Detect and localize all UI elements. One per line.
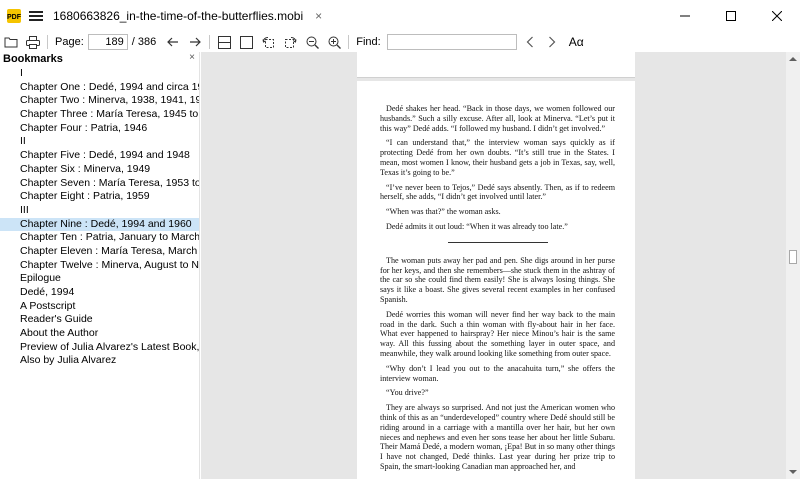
- tab-close-icon[interactable]: ×: [315, 9, 322, 23]
- bookmarks-title: Bookmarks: [3, 53, 63, 65]
- page-label: Page:: [55, 36, 84, 48]
- bookmark-item[interactable]: Chapter Seven : María Teresa, 1953 to 19…: [0, 177, 199, 191]
- bookmark-item[interactable]: Epilogue: [0, 272, 199, 286]
- close-icon: [772, 11, 782, 21]
- bookmark-item[interactable]: Chapter Five : Dedé, 1994 and 1948: [0, 149, 199, 163]
- bookmark-item[interactable]: Chapter Twelve : Minerva, August to Nove…: [0, 259, 199, 273]
- page-paragraph: The woman puts away her pad and pen. She…: [380, 255, 615, 304]
- app-window: PDF 1680663826_in-the-time-of-the-butter…: [0, 0, 800, 479]
- folder-icon: [4, 37, 18, 48]
- page-paragraph: Dedé shakes her head. “Back in those day…: [380, 104, 615, 133]
- match-case-button[interactable]: Aα: [569, 35, 584, 49]
- previous-page-button[interactable]: [162, 32, 184, 52]
- print-button[interactable]: [22, 32, 44, 52]
- document-tab-title[interactable]: 1680663826_in-the-time-of-the-butterflie…: [53, 9, 303, 23]
- bookmark-item[interactable]: I: [0, 67, 199, 81]
- page-paragraph: “I’ve never been to Tejos,” Dedé says ab…: [380, 182, 615, 202]
- bookmarks-list: I Chapter One : Dedé, 1994 and circa 1943…: [0, 67, 199, 368]
- bookmarks-close-icon[interactable]: ×: [189, 52, 195, 63]
- scroll-down-icon[interactable]: [789, 468, 797, 476]
- page-paragraph: They are always so surprised. And not ju…: [380, 403, 615, 471]
- printer-icon: [26, 35, 40, 49]
- rotate-left-button[interactable]: [257, 32, 279, 52]
- text-section-before: Dedé shakes her head. “Back in those day…: [380, 104, 615, 232]
- bookmark-item[interactable]: Also by Julia Alvarez: [0, 354, 199, 368]
- bookmark-item[interactable]: Dedé, 1994: [0, 286, 199, 300]
- rotate-right-button[interactable]: [279, 32, 301, 52]
- rotate-right-icon: [284, 36, 297, 48]
- scroll-up-icon[interactable]: [789, 55, 797, 63]
- bookmark-item[interactable]: II: [0, 135, 199, 149]
- find-label: Find:: [356, 36, 381, 48]
- text-section-after: The woman puts away her pad and pen. She…: [380, 256, 615, 472]
- chevron-right-icon: [548, 36, 556, 48]
- scene-break-rule: [447, 241, 548, 243]
- bookmarks-panel: Bookmarks × I Chapter One : Dedé, 1994 an…: [0, 52, 200, 479]
- page-paragraph: “I can understand that,” the interview w…: [380, 138, 615, 177]
- toolbar-separator: [209, 35, 211, 49]
- find-next-button[interactable]: [541, 32, 563, 52]
- document-page: Dedé shakes her head. “Back in those day…: [357, 81, 635, 479]
- fit-width-icon: [239, 35, 253, 49]
- window-controls: [662, 0, 800, 32]
- svg-text:PDF: PDF: [7, 14, 21, 21]
- page-paragraph: “You drive?”: [386, 388, 429, 398]
- zoom-out-icon: [306, 36, 319, 49]
- fit-width-button[interactable]: [235, 32, 257, 52]
- bookmark-item[interactable]: Preview of Julia Alvarez's Latest Book, …: [0, 341, 199, 355]
- bookmark-item[interactable]: Chapter Eight : Patria, 1959: [0, 190, 199, 204]
- minimize-button[interactable]: [662, 0, 708, 32]
- main-area: Bookmarks × I Chapter One : Dedé, 1994 an…: [0, 52, 800, 479]
- page-total: / 386: [131, 36, 157, 48]
- zoom-in-button[interactable]: [323, 32, 345, 52]
- bookmark-item[interactable]: A Postscript: [0, 300, 199, 314]
- bookmark-item[interactable]: Chapter Nine : Dedé, 1994 and 1960: [0, 217, 199, 232]
- scrollbar-thumb[interactable]: [789, 250, 797, 264]
- rotate-left-icon: [262, 36, 274, 48]
- bookmark-item[interactable]: Chapter Ten : Patria, January to March 1…: [0, 231, 199, 245]
- maximize-button[interactable]: [708, 0, 754, 32]
- bookmark-item[interactable]: Chapter Two : Minerva, 1938, 1941, 1944: [0, 94, 199, 108]
- page-number-input[interactable]: [87, 34, 128, 50]
- page-paragraph: Dedé worries this woman will never find …: [380, 309, 615, 358]
- open-file-button[interactable]: [0, 32, 22, 52]
- bookmark-item[interactable]: Chapter Three : María Teresa, 1945 to 19…: [0, 108, 199, 122]
- hamburger-menu-icon[interactable]: [29, 10, 43, 22]
- fit-page-button[interactable]: [213, 32, 235, 52]
- page-paragraph: Dedé admits it out loud: “When it was al…: [386, 221, 568, 231]
- toolbar-separator: [348, 35, 350, 49]
- bookmark-item[interactable]: Chapter One : Dedé, 1994 and circa 1943: [0, 81, 199, 95]
- arrow-left-icon: [167, 37, 179, 47]
- zoom-out-button[interactable]: [301, 32, 323, 52]
- toolbar: Page: / 386: [0, 32, 800, 52]
- page-paragraph: “Why don’t I lead you out to the anacahu…: [380, 363, 615, 383]
- arrow-right-icon: [190, 37, 202, 47]
- bookmark-item[interactable]: About the Author: [0, 327, 199, 341]
- close-button[interactable]: [754, 0, 800, 32]
- toolbar-separator: [47, 35, 48, 49]
- bookmarks-header: Bookmarks ×: [0, 52, 199, 66]
- fit-page-icon: [217, 35, 231, 49]
- previous-page-bottom: [357, 52, 635, 78]
- find-input[interactable]: [386, 34, 517, 50]
- title-bar: PDF 1680663826_in-the-time-of-the-butter…: [0, 0, 800, 32]
- bookmark-item[interactable]: III: [0, 204, 199, 218]
- bookmark-item[interactable]: Chapter Six : Minerva, 1949: [0, 163, 199, 177]
- maximize-icon: [726, 11, 736, 21]
- vertical-scrollbar[interactable]: [786, 52, 800, 479]
- bookmark-item[interactable]: Chapter Eleven : María Teresa, March to …: [0, 245, 199, 259]
- chevron-left-icon: [526, 36, 533, 48]
- next-page-button[interactable]: [184, 32, 206, 52]
- minimize-icon: [680, 15, 690, 17]
- document-viewer[interactable]: Dedé shakes her head. “Back in those day…: [201, 52, 786, 479]
- zoom-in-icon: [328, 36, 341, 49]
- bookmark-item[interactable]: Chapter Four : Patria, 1946: [0, 122, 199, 136]
- app-logo-icon: PDF: [7, 9, 21, 23]
- page-paragraph: “When was that?” the woman asks.: [386, 207, 501, 217]
- find-previous-button[interactable]: [519, 32, 541, 52]
- bookmark-item[interactable]: Reader's Guide: [0, 313, 199, 327]
